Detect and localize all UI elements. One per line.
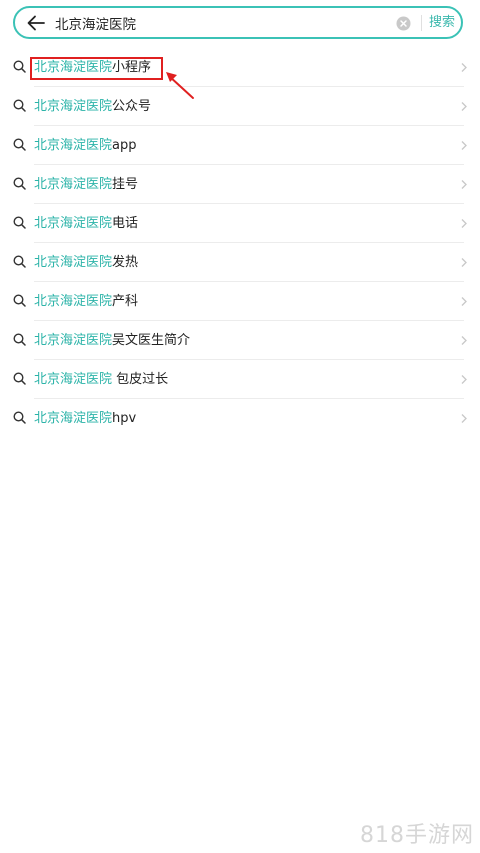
suggestion-text: 北京海淀医院hpv [34,410,136,427]
suggestion-text: 北京海淀医院 包皮过长 [34,371,168,388]
suggestion-rest: 公众号 [112,99,152,114]
suggestion-item[interactable]: 北京海淀医院hpv [0,399,480,438]
search-bar: 搜索 [13,6,463,39]
watermark: 818手游网 [360,823,474,848]
suggestion-highlight: 北京海淀医院 [34,255,113,270]
suggestion-text: 北京海淀医院电话 [34,215,138,232]
suggestion-text: 北京海淀医院吴文医生简介 [34,332,190,349]
suggestion-text: 北京海淀医院挂号 [34,176,138,193]
suggestion-text: 北京海淀医院公众号 [34,98,151,115]
suggestion-highlight: 北京海淀医院 [34,138,113,153]
suggestion-highlight: 北京海淀医院 [34,411,113,426]
suggestion-rest: 挂号 [112,177,139,192]
suggestion-rest: 电话 [112,216,139,231]
suggestion-highlight: 北京海淀医院 [34,372,113,387]
suggestion-text: 北京海淀医院发热 [34,254,138,271]
chevron-right-icon [461,219,467,228]
chevron-right-icon [461,63,467,72]
suggestion-rest: 发热 [112,255,139,270]
suggestion-list: 北京海淀医院小程序 北京海淀医院公众号 北京海淀医院app 北京海淀医院挂号 北… [0,48,480,438]
chevron-right-icon [461,297,467,306]
suggestion-item[interactable]: 北京海淀医院吴文医生简介 [0,321,480,360]
chevron-right-icon [461,180,467,189]
chevron-right-icon [461,336,467,345]
clear-icon[interactable] [396,16,411,31]
search-button[interactable]: 搜索 [429,14,455,32]
suggestion-rest: app [112,138,137,153]
chevron-right-icon [461,102,467,111]
search-icon [13,138,26,151]
suggestion-item[interactable]: 北京海淀医院 包皮过长 [0,360,480,399]
annotation-arrow-icon [166,72,194,99]
suggestion-item[interactable]: 北京海淀医院app [0,126,480,165]
search-icon [13,411,26,424]
search-input[interactable] [55,11,385,35]
search-icon [13,255,26,268]
suggestion-rest: 产科 [112,294,139,309]
chevron-right-icon [461,258,467,267]
chevron-right-icon [461,414,467,423]
search-icon [13,372,26,385]
search-icon [13,99,26,112]
search-icon [13,294,26,307]
suggestion-rest: 包皮过长 [112,372,169,387]
suggestion-highlight: 北京海淀医院 [34,333,113,348]
suggestion-text: 北京海淀医院产科 [34,293,138,310]
suggestion-highlight: 北京海淀医院 [34,99,113,114]
search-icon [13,333,26,346]
search-icon [13,177,26,190]
suggestion-item[interactable]: 北京海淀医院产科 [0,282,480,321]
suggestion-highlight: 北京海淀医院 [34,177,113,192]
suggestion-highlight: 北京海淀医院 [34,216,113,231]
divider [421,15,422,31]
suggestion-item[interactable]: 北京海淀医院电话 [0,204,480,243]
suggestion-text: 北京海淀医院app [34,137,137,154]
suggestion-item[interactable]: 北京海淀医院发热 [0,243,480,282]
annotation-highlight-box [30,57,163,80]
chevron-right-icon [461,141,467,150]
suggestion-item[interactable]: 北京海淀医院挂号 [0,165,480,204]
back-arrow-icon[interactable] [27,15,45,31]
search-icon [13,60,26,73]
suggestion-rest: hpv [112,411,137,426]
search-icon [13,216,26,229]
chevron-right-icon [461,375,467,384]
suggestion-item[interactable]: 北京海淀医院公众号 [0,87,480,126]
suggestion-highlight: 北京海淀医院 [34,294,113,309]
suggestion-rest: 吴文医生简介 [112,333,191,348]
